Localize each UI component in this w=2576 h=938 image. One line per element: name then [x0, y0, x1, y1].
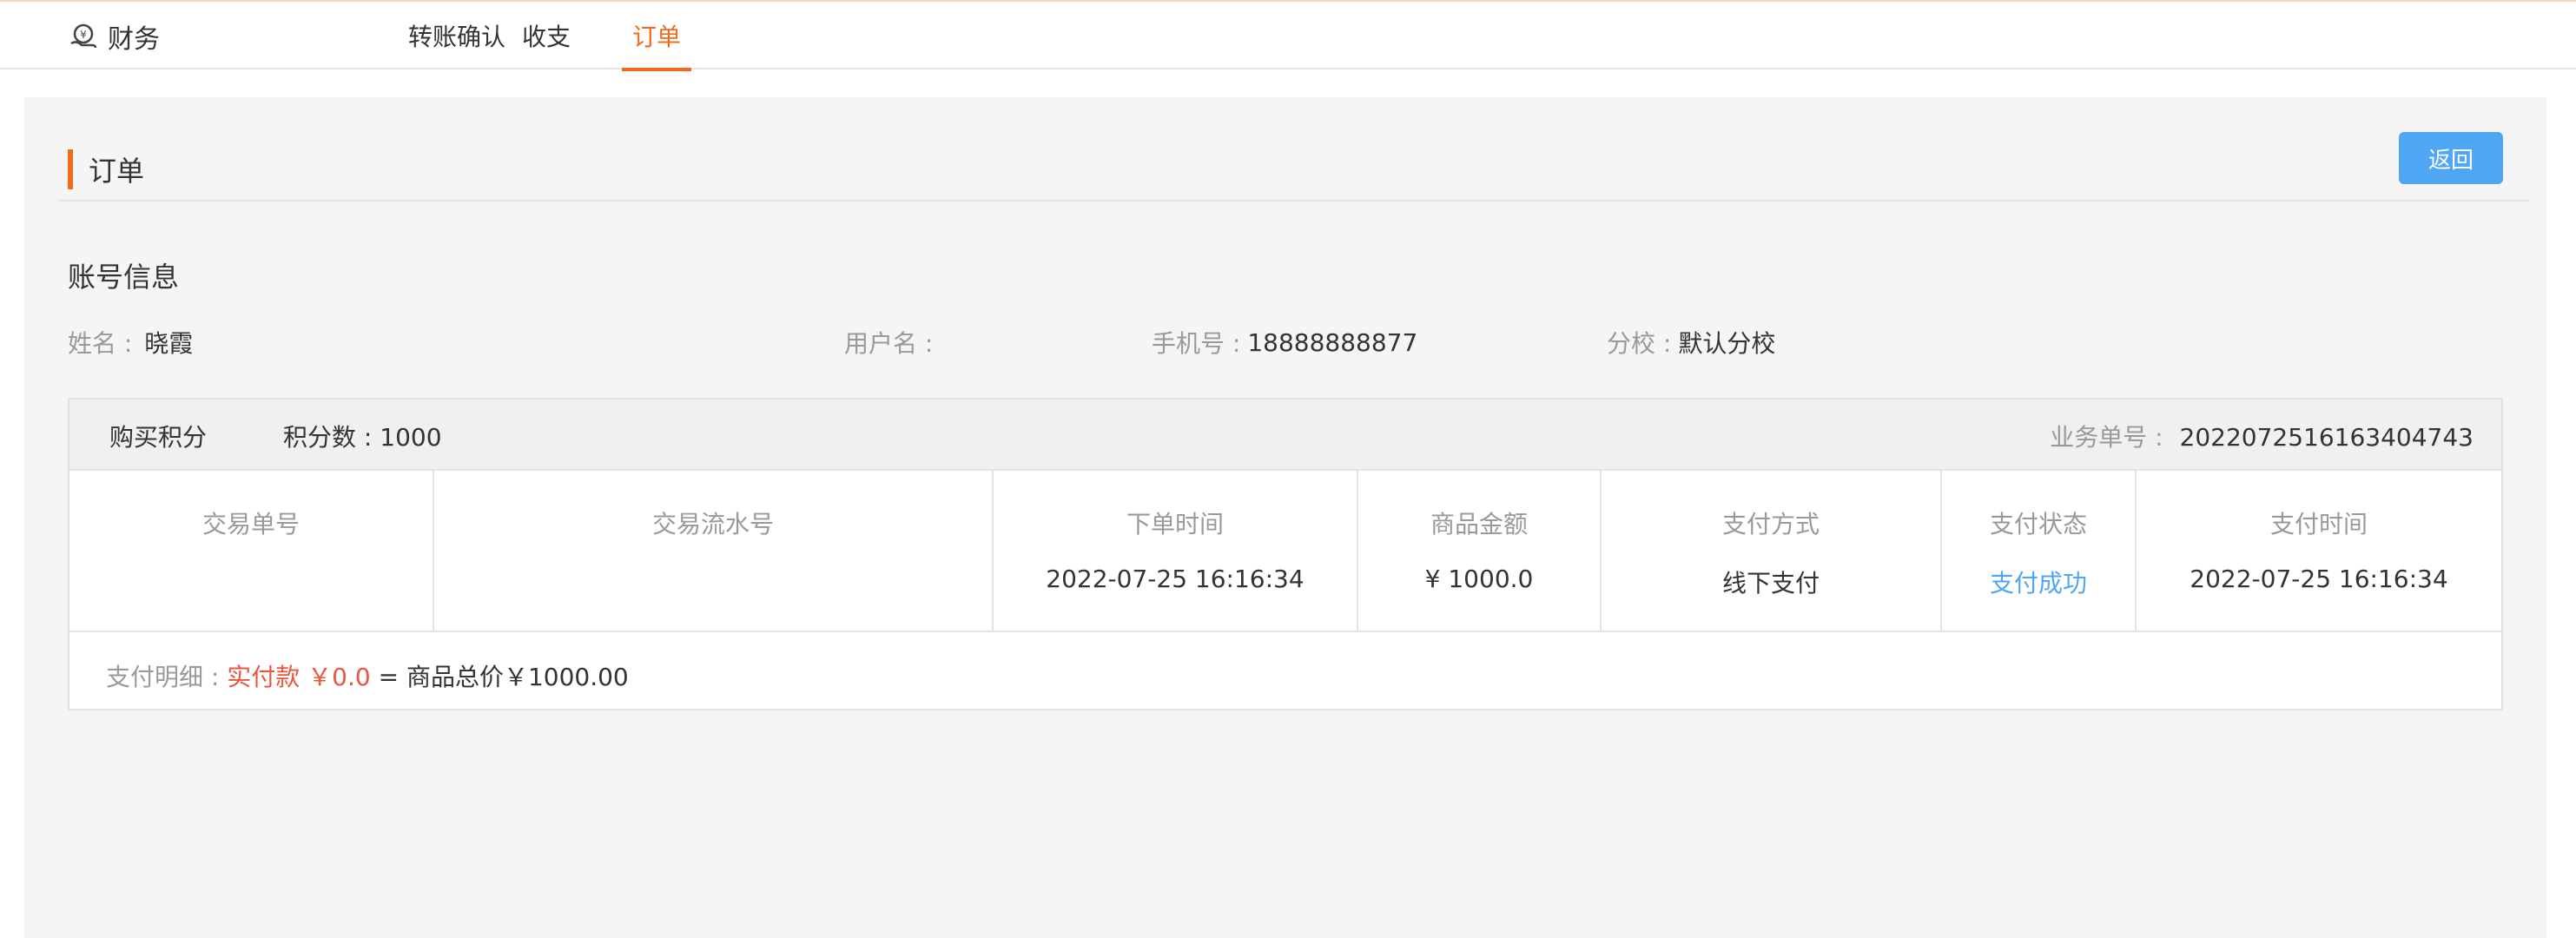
business-number-label: 业务单号 : — [2050, 423, 2163, 452]
phone-field: 手机号 : 18888888877 — [1152, 325, 1417, 360]
column-payment-method: 支付方式 线下支付 — [1602, 471, 1942, 631]
phone-value: 18888888877 — [1247, 327, 1418, 357]
cell-value: 2022-07-25 16:16:34 — [2190, 565, 2448, 593]
order-card: 购买积分 积分数 : 1000 业务单号 : 20220725161634047… — [68, 398, 2503, 710]
payment-status-link[interactable]: 支付成功 — [1942, 565, 2135, 599]
top-navigation-bar: ¥ 财务 转账确认 收支 订单 — [0, 0, 2576, 71]
order-detail-panel: 订单 返回 账号信息 姓名 : 晓霞 用户名 : 手机号 : 188888888… — [24, 97, 2546, 938]
column-serial-no: 交易流水号 — [434, 471, 994, 631]
account-info-title: 账号信息 — [68, 261, 180, 294]
column-transaction-no: 交易单号 — [69, 471, 434, 631]
paid-amount: 实付款 ￥0.0 — [227, 663, 371, 691]
branch-value: 默认分校 — [1678, 329, 1776, 358]
section-header: 订单 — [68, 149, 144, 189]
section-accent-bar — [68, 149, 73, 189]
column-header: 支付状态 — [1989, 510, 2087, 538]
name-label: 姓名 : — [68, 329, 133, 358]
column-header: 交易流水号 — [651, 510, 774, 538]
branch-label: 分校 : — [1607, 329, 1672, 358]
svg-text:¥: ¥ — [80, 29, 87, 41]
title-divider — [59, 200, 2529, 201]
name-field: 姓名 : 晓霞 — [68, 325, 193, 360]
username-label: 用户名 : — [844, 329, 934, 358]
column-header: 支付方式 — [1721, 510, 1820, 538]
column-header: 商品金额 — [1430, 510, 1528, 538]
finance-icon: ¥ — [68, 21, 99, 52]
tab-bar: 转账确认 收支 订单 — [382, 2, 691, 71]
total-price: = 商品总价￥1000.00 — [378, 663, 629, 691]
cell-value: 线下支付 — [1721, 569, 1820, 598]
account-info-row: 姓名 : 晓霞 用户名 : 手机号 : 18888888877 分校 : 默认分… — [24, 325, 2546, 359]
name-value: 晓霞 — [144, 329, 194, 358]
username-field: 用户名 : — [844, 325, 940, 360]
points-label: 积分数 : — [283, 423, 373, 452]
column-payment-status: 支付状态 支付成功 — [1942, 471, 2137, 631]
order-table: 交易单号 交易流水号 下单时间 2022-07-25 16:16:34 商品金额… — [69, 471, 2501, 632]
branch-field: 分校 : 默认分校 — [1607, 325, 1775, 360]
column-order-time: 下单时间 2022-07-25 16:16:34 — [994, 471, 1358, 631]
points-value: 1000 — [380, 423, 442, 452]
business-number-value: 2022072516163404743 — [2179, 423, 2474, 452]
cell-value: ¥ 1000.0 — [1424, 565, 1534, 593]
points-info: 积分数 : 1000 — [283, 419, 442, 453]
page-title: 订单 — [89, 155, 145, 188]
cell-value: 2022-07-25 16:16:34 — [1046, 565, 1305, 593]
order-type: 购买积分 — [109, 423, 208, 452]
order-header: 购买积分 积分数 : 1000 业务单号 : 20220725161634047… — [69, 400, 2501, 471]
column-header: 支付时间 — [2269, 510, 2368, 538]
column-amount: 商品金额 ¥ 1000.0 — [1358, 471, 1602, 631]
finance-brand[interactable]: ¥ 财务 — [68, 19, 160, 55]
payment-detail-label: 支付明细 : — [106, 663, 220, 691]
app-title: 财务 — [108, 24, 160, 55]
back-button[interactable]: 返回 — [2399, 132, 2503, 184]
tab-orders[interactable]: 订单 — [622, 2, 691, 71]
column-header: 下单时间 — [1126, 510, 1224, 538]
phone-label: 手机号 : — [1152, 329, 1241, 358]
column-header: 交易单号 — [201, 510, 300, 538]
tab-income-expense[interactable]: 收支 — [507, 2, 585, 69]
business-number: 业务单号 : 2022072516163404743 — [2050, 419, 2474, 453]
payment-detail: 支付明细 : 实付款 ￥0.0 = 商品总价￥1000.00 — [106, 658, 629, 693]
column-payment-time: 支付时间 2022-07-25 16:16:34 — [2137, 471, 2501, 631]
